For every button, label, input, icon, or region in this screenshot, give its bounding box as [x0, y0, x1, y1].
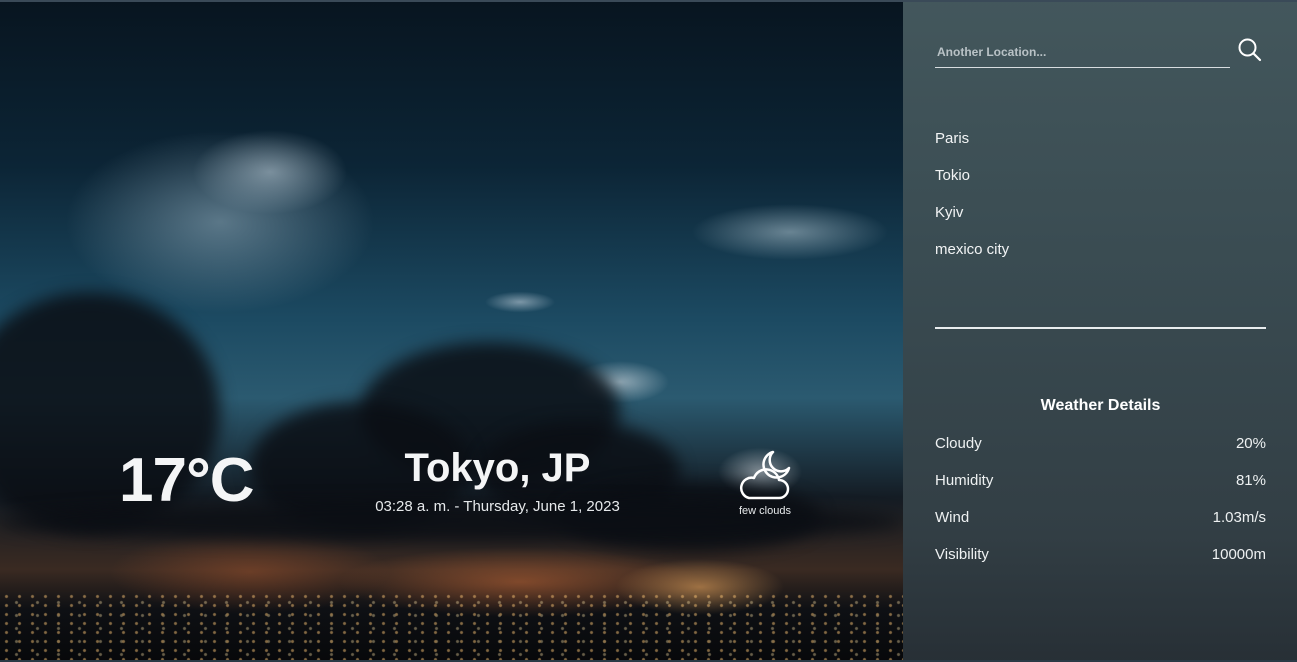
detail-value: 1.03m/s	[1212, 509, 1266, 526]
temperature: 17°C	[119, 446, 255, 515]
search-button[interactable]	[1235, 36, 1265, 66]
detail-value: 20%	[1235, 435, 1266, 452]
detail-row-cloudy: Cloudy 20%	[935, 435, 1266, 455]
detail-label: Wind	[935, 509, 970, 526]
city-item-tokio[interactable]: Tokio	[935, 167, 1009, 204]
detail-value: 81%	[1235, 472, 1266, 489]
detail-value: 10000m	[1211, 546, 1266, 563]
weather-details-title: Weather Details	[1040, 397, 1161, 414]
search-icon	[1237, 38, 1263, 66]
location-title: Tokyo, JP	[404, 446, 591, 490]
weather-condition: few clouds	[725, 448, 805, 517]
detail-label: Humidity	[935, 472, 994, 489]
recent-locations-list: Paris Tokio Kyiv mexico city	[935, 130, 1009, 278]
background-sky-image	[0, 2, 903, 662]
detail-label: Cloudy	[935, 435, 982, 452]
city-item-paris[interactable]: Paris	[935, 130, 1009, 167]
city-lights	[0, 592, 903, 662]
sidebar-panel: Paris Tokio Kyiv mexico city Weather Det…	[903, 2, 1297, 662]
detail-row-humidity: Humidity 81%	[935, 472, 1266, 492]
search-bar	[935, 36, 1265, 68]
city-item-mexico-city[interactable]: mexico city	[935, 241, 1009, 278]
city-item-kyiv[interactable]: Kyiv	[935, 204, 1009, 241]
detail-row-visibility: Visibility 10000m	[935, 546, 1266, 566]
weather-app: 17°C Tokyo, JP 03:28 a. m. - Thursday, J…	[0, 0, 1297, 662]
date-time: 03:28 a. m. - Thursday, June 1, 2023	[375, 498, 620, 515]
search-input[interactable]	[935, 36, 1230, 68]
detail-row-wind: Wind 1.03m/s	[935, 509, 1266, 529]
detail-label: Visibility	[935, 546, 989, 563]
divider	[935, 327, 1266, 329]
